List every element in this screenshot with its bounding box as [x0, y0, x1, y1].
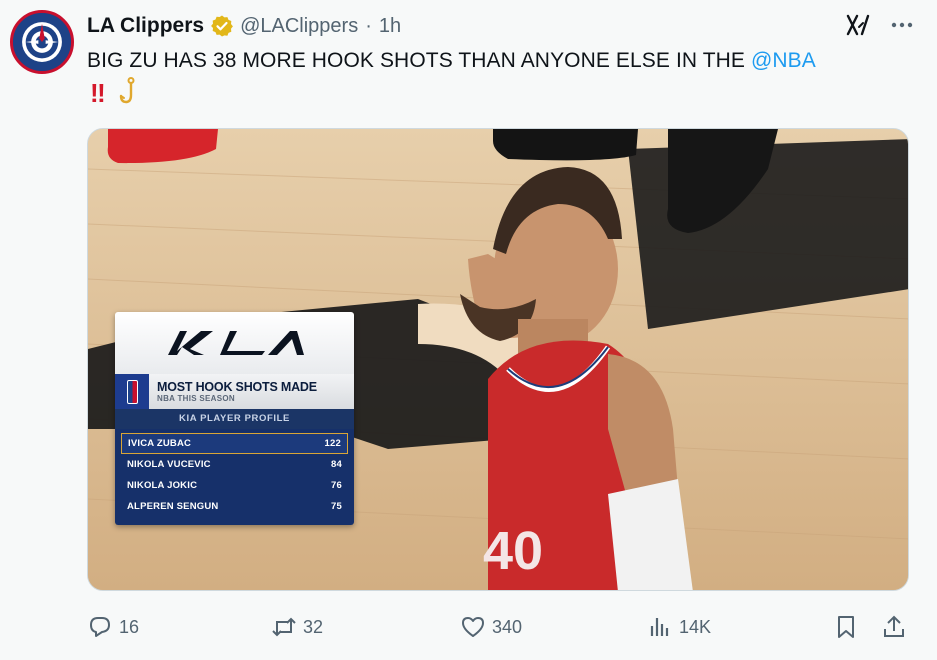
player-name: IVICA ZUBAC: [128, 438, 192, 449]
player-value: 75: [331, 501, 342, 512]
player-value: 122: [324, 438, 341, 449]
nba-logo-icon: [115, 374, 149, 409]
share-button[interactable]: [881, 610, 907, 644]
action-bar: 16 32 340 14K: [87, 610, 909, 644]
timestamp[interactable]: 1h: [379, 15, 401, 38]
tweet-media[interactable]: 40 MOST HOOK SHOTS MADE NBA THIS SEASON …: [87, 128, 909, 591]
kia-logo: [115, 312, 354, 374]
views-button[interactable]: 14K: [647, 610, 711, 644]
player-value: 84: [331, 459, 342, 470]
heart-icon: [462, 617, 484, 637]
reply-icon: [90, 617, 110, 637]
stat-graphic: MOST HOOK SHOTS MADE NBA THIS SEASON KIA…: [115, 312, 354, 525]
player-name: NIKOLA VUCEVIC: [127, 459, 211, 470]
player-name: NIKOLA JOKIC: [127, 480, 198, 491]
reply-count: 16: [119, 616, 140, 637]
stat-row: ALPEREN SENGUN 75: [121, 496, 348, 517]
stat-row: IVICA ZUBAC 122: [121, 433, 348, 454]
stat-title-row: MOST HOOK SHOTS MADE NBA THIS SEASON: [115, 374, 354, 409]
separator: ·: [365, 14, 372, 37]
stat-rows: IVICA ZUBAC 122 NIKOLA VUCEVIC 84 NIKOLA…: [115, 429, 354, 525]
stat-row: NIKOLA VUCEVIC 84: [121, 454, 348, 475]
handle[interactable]: @LAClippers: [240, 15, 358, 38]
bookmark-button[interactable]: [833, 610, 859, 644]
stat-row: NIKOLA JOKIC 76: [121, 475, 348, 496]
stat-profile-label: KIA PLAYER PROFILE: [115, 409, 354, 429]
emoji-line: ‼: [90, 76, 140, 110]
la-clippers-logo: [13, 13, 71, 71]
views-count: 14K: [679, 616, 712, 637]
jersey-number: 40: [483, 521, 543, 581]
tweet-text: BIG ZU HAS 38 MORE HOOK SHOTS THAN ANYON…: [87, 47, 816, 75]
tweet-text-body: BIG ZU HAS 38 MORE HOOK SHOTS THAN ANYON…: [87, 49, 751, 72]
player-value: 76: [331, 480, 342, 491]
hook-icon: [118, 76, 140, 110]
reply-button[interactable]: 16: [87, 610, 139, 644]
grok-icon[interactable]: [843, 10, 873, 40]
like-button[interactable]: 340: [460, 610, 522, 644]
tweet: LA Clippers @LAClippers · 1h BIG ZU HAS …: [0, 0, 937, 660]
tweet-header: LA Clippers @LAClippers · 1h: [87, 12, 401, 40]
tweet-top-actions: [843, 10, 917, 40]
verified-gold-badge-icon[interactable]: [210, 14, 234, 38]
bookmark-icon: [838, 616, 854, 638]
stat-subtitle: NBA THIS SEASON: [157, 394, 235, 403]
more-icon[interactable]: [887, 10, 917, 40]
avatar[interactable]: [10, 10, 74, 74]
repost-button[interactable]: 32: [271, 610, 323, 644]
repost-count: 32: [303, 616, 324, 637]
repost-icon: [272, 617, 296, 637]
player-name: ALPEREN SENGUN: [127, 501, 219, 512]
stat-title: MOST HOOK SHOTS MADE: [157, 380, 317, 394]
views-icon: [650, 618, 669, 636]
share-icon: [884, 615, 904, 637]
double-exclamation-emoji: ‼: [90, 77, 106, 108]
mention-link[interactable]: @NBA: [751, 49, 816, 72]
like-count: 340: [492, 616, 523, 637]
display-name[interactable]: LA Clippers: [87, 14, 204, 38]
